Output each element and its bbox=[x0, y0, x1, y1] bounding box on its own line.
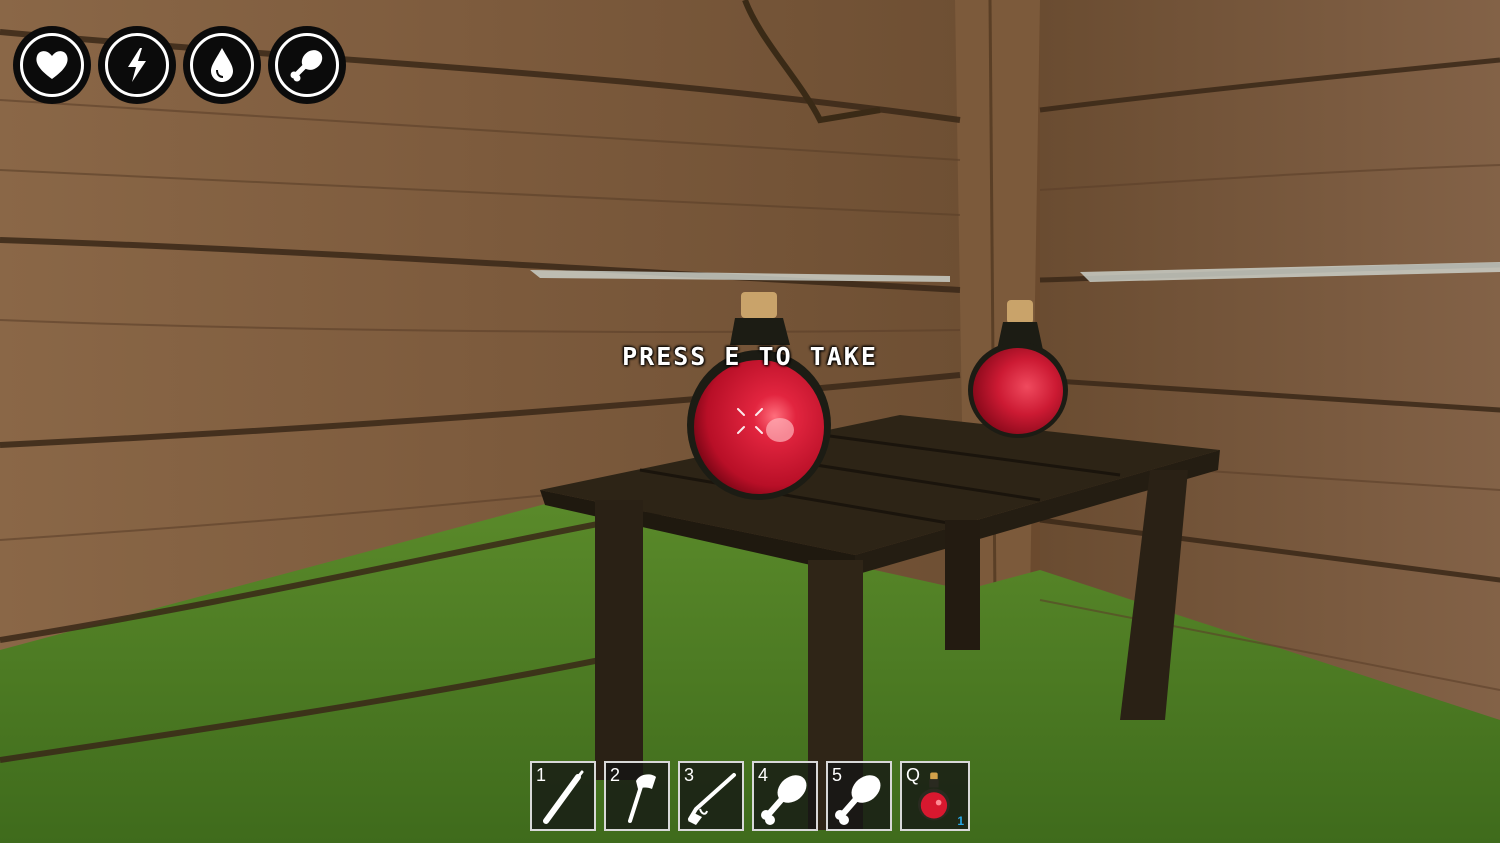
prompt-key: E bbox=[724, 342, 742, 371]
water-drop-icon bbox=[211, 48, 233, 82]
hotbar-slot-1[interactable]: 1 bbox=[530, 761, 596, 831]
prompt-text-after: TO TAKE bbox=[758, 342, 878, 371]
hotbar-slot-4[interactable]: 4 bbox=[752, 761, 818, 831]
item-count: 1 bbox=[957, 814, 964, 828]
hunger-indicator bbox=[268, 26, 346, 104]
heart-icon bbox=[36, 51, 68, 79]
hotbar-slot-5[interactable]: 5 bbox=[826, 761, 892, 831]
lightning-icon bbox=[128, 48, 146, 82]
prompt-text-before: PRESS bbox=[622, 342, 708, 371]
hotbar-slot-2[interactable]: 2 bbox=[604, 761, 670, 831]
slot-key: 5 bbox=[832, 765, 843, 785]
interaction-prompt: PRESS E TO TAKE bbox=[560, 342, 940, 371]
meat-drumstick-icon bbox=[290, 50, 323, 82]
hotbar-slot-q[interactable]: Q 1 bbox=[900, 761, 970, 831]
stamina-indicator bbox=[98, 26, 176, 104]
slot-key: 3 bbox=[684, 765, 695, 785]
slot-key: 4 bbox=[758, 765, 769, 785]
slot-key: 1 bbox=[536, 765, 547, 785]
health-indicator bbox=[13, 26, 91, 104]
hotbar-slot-3[interactable]: 3 bbox=[678, 761, 744, 831]
thirst-indicator bbox=[183, 26, 261, 104]
slot-key: Q bbox=[906, 765, 921, 785]
slot-key: 2 bbox=[610, 765, 621, 785]
crosshair-icon bbox=[737, 408, 763, 434]
